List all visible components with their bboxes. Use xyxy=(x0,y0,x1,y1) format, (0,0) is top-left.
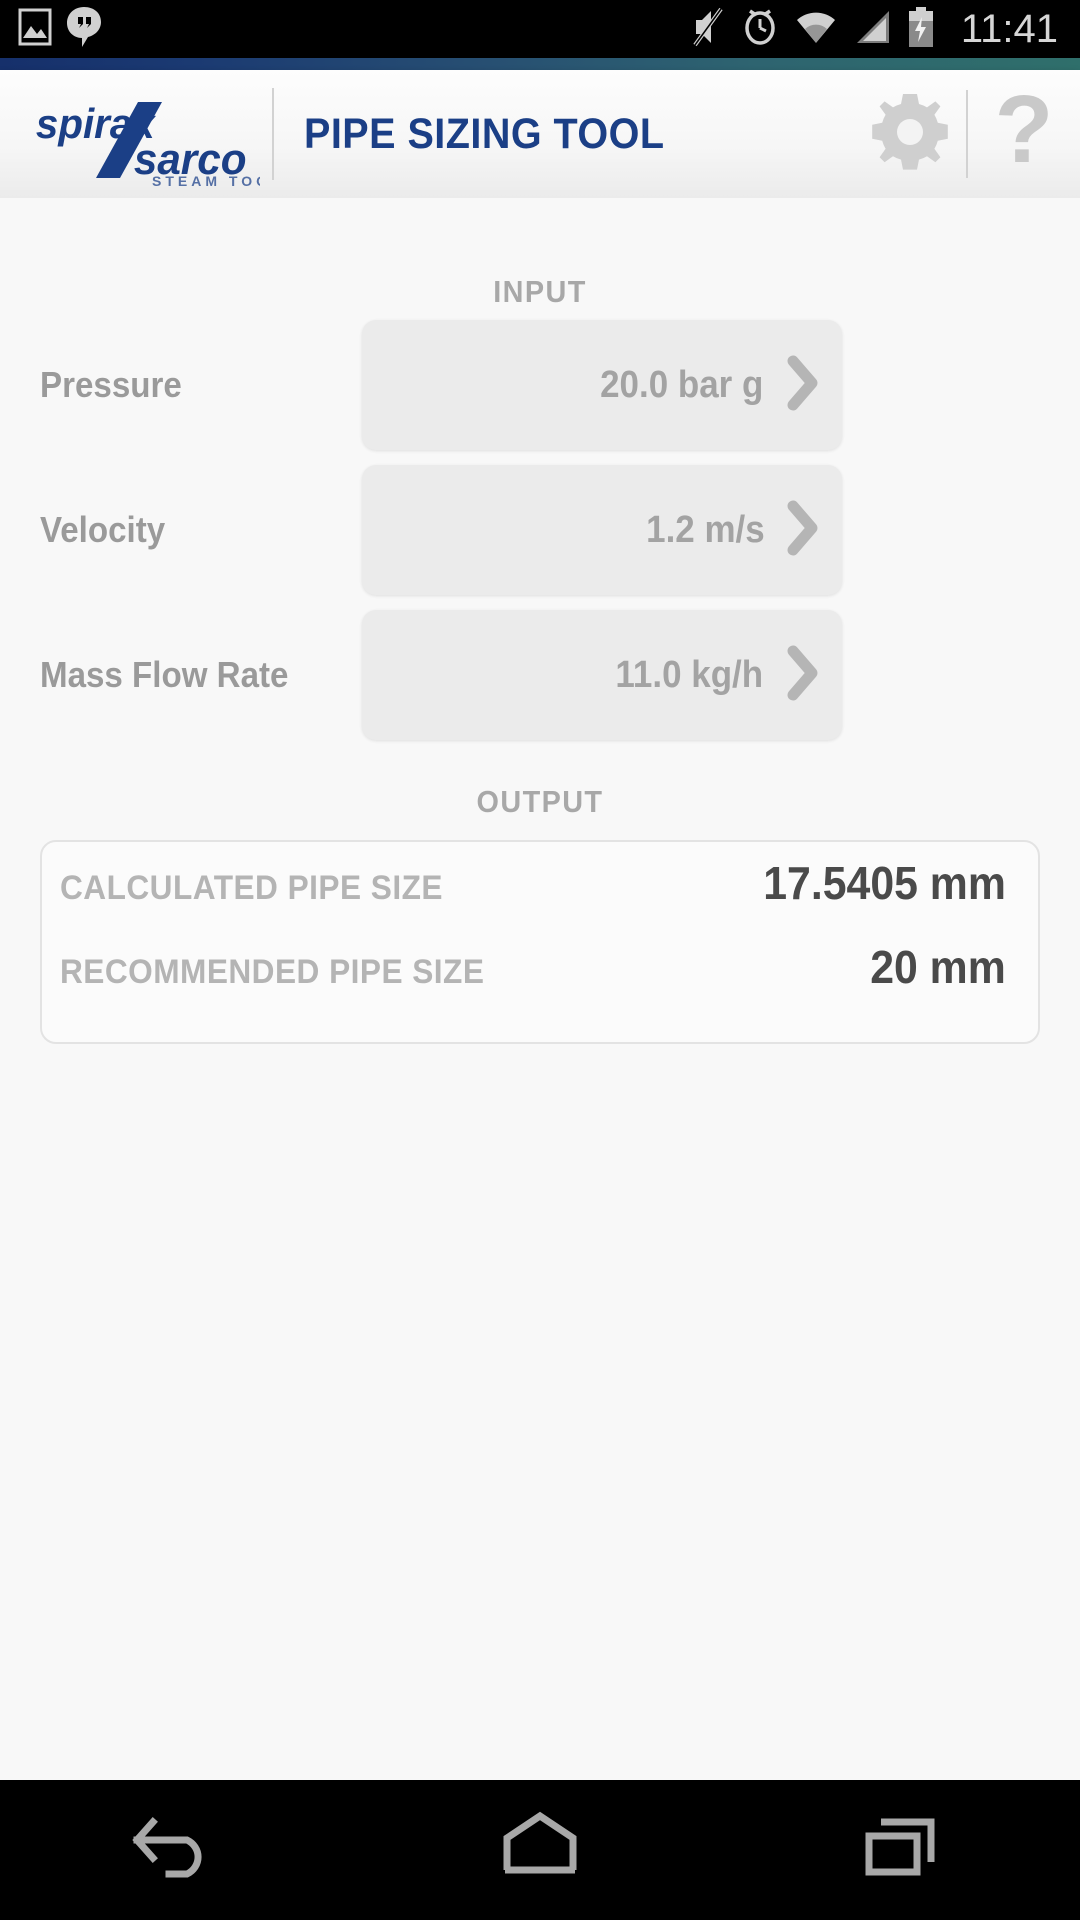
output-row-calculated-pipe-size: CALCULATED PIPE SIZE 17.5405 mm xyxy=(60,856,1006,940)
clock-time: 11:41 xyxy=(960,7,1058,51)
chevron-right-icon xyxy=(786,645,820,706)
main-content: INPUT Pressure 20.0 bar g Velocity 1.2 m… xyxy=(0,198,1080,1780)
cellular-signal-icon xyxy=(853,10,891,49)
input-field-velocity[interactable]: 1.2 m/s xyxy=(362,465,842,595)
input-row-pressure: Pressure 20.0 bar g xyxy=(0,320,1080,450)
output-card: CALCULATED PIPE SIZE 17.5405 mm RECOMMEN… xyxy=(40,840,1040,1044)
output-row-recommended-pipe-size: RECOMMENDED PIPE SIZE 20 mm xyxy=(60,940,1006,1024)
home-button[interactable] xyxy=(410,1780,670,1920)
status-bar: 11:41 xyxy=(0,0,1080,58)
input-section-label: INPUT xyxy=(493,274,587,309)
input-row-velocity: Velocity 1.2 m/s xyxy=(0,465,1080,595)
recent-apps-button[interactable] xyxy=(770,1780,1030,1920)
hangouts-icon xyxy=(66,6,102,53)
wifi-icon xyxy=(795,10,837,49)
chevron-right-icon xyxy=(786,500,820,561)
android-navigation-bar xyxy=(0,1780,1080,1920)
page-title: PIPE SIZING TOOL xyxy=(304,109,665,158)
recent-apps-icon xyxy=(845,1808,955,1893)
input-list: Pressure 20.0 bar g Velocity 1.2 m/s Mas… xyxy=(0,320,1080,740)
spirax-sarco-logo: spirax sarco STEAM TOOLS xyxy=(0,70,272,198)
input-label-pressure: Pressure xyxy=(40,364,182,405)
android-screen: 11:41 spirax sarco STEAM TOOLS PIPE SIZI… xyxy=(0,0,1080,1920)
input-row-mass-flow-rate: Mass Flow Rate 11.0 kg/h xyxy=(0,610,1080,740)
header-actions: ? xyxy=(854,70,1080,198)
help-button[interactable]: ? xyxy=(968,82,1080,186)
home-icon xyxy=(485,1808,595,1893)
output-label-calculated-pipe-size: CALCULATED PIPE SIZE xyxy=(60,869,443,907)
volume-mute-icon xyxy=(691,7,725,52)
output-value-calculated-pipe-size: 17.5405 mm xyxy=(763,857,1006,909)
output-section-label: OUTPUT xyxy=(476,784,604,819)
header-divider xyxy=(272,88,274,180)
input-value-pressure: 20.0 bar g xyxy=(599,363,763,406)
svg-text:STEAM TOOLS: STEAM TOOLS xyxy=(152,173,260,186)
back-arrow-icon xyxy=(125,1808,235,1893)
chevron-right-icon xyxy=(786,355,820,416)
output-label-recommended-pipe-size: RECOMMENDED PIPE SIZE xyxy=(60,953,485,991)
alarm-clock-icon xyxy=(741,7,779,52)
back-button[interactable] xyxy=(50,1780,310,1920)
app-header: spirax sarco STEAM TOOLS PIPE SIZING TOO… xyxy=(0,70,1080,198)
status-bar-notification-icons xyxy=(18,6,102,53)
gear-icon xyxy=(866,88,954,181)
input-field-pressure[interactable]: 20.0 bar g xyxy=(362,320,842,450)
input-value-velocity: 1.2 m/s xyxy=(646,508,765,551)
input-label-velocity: Velocity xyxy=(40,509,166,550)
brand-accent-strip xyxy=(0,58,1080,70)
input-field-mass-flow-rate[interactable]: 11.0 kg/h xyxy=(362,610,842,740)
output-value-recommended-pipe-size: 20 mm xyxy=(870,941,1006,993)
settings-button[interactable] xyxy=(854,88,966,181)
battery-charging-icon xyxy=(907,6,935,52)
input-value-mass-flow-rate: 11.0 kg/h xyxy=(615,653,764,696)
status-bar-system-icons: 11:41 xyxy=(691,6,1058,52)
input-label-mass-flow-rate: Mass Flow Rate xyxy=(40,654,289,695)
screenshot-image-icon xyxy=(18,8,52,51)
